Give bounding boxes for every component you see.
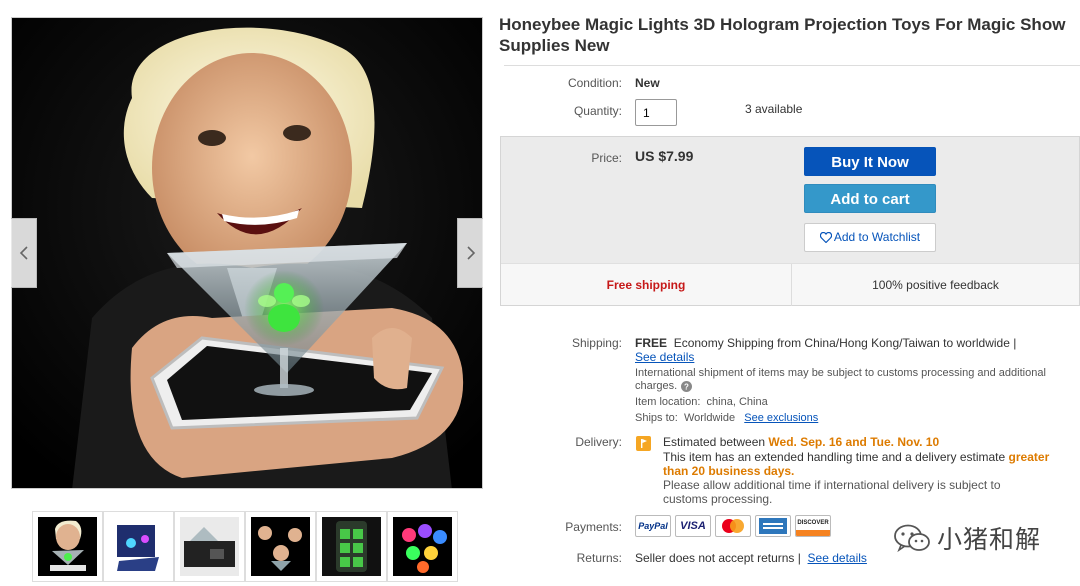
thumbnail-image xyxy=(322,517,381,576)
listing-title: Honeybee Magic Lights 3D Hologram Projec… xyxy=(499,15,1066,55)
item-location-label: Item location: xyxy=(635,396,701,408)
handling-highlight-2: than 20 business days. xyxy=(663,464,795,478)
thumbnail-3[interactable] xyxy=(174,511,245,582)
shipping-label: Shipping: xyxy=(571,336,622,350)
amex-icon xyxy=(755,515,791,537)
discover-icon: DISCOVER xyxy=(795,515,831,537)
estimated-delivery: Estimated between Wed. Sep. 16 and Tue. … xyxy=(663,435,939,449)
shipping-free: FREE xyxy=(635,336,668,350)
payments-label: Payments: xyxy=(565,520,622,534)
mastercard-icon xyxy=(715,515,751,537)
ships-to: Ships to: Worldwide See exclusions xyxy=(635,412,818,424)
returns-see-details-link[interactable]: See details xyxy=(808,551,867,565)
shipping-service: Economy Shipping from China/Hong Kong/Ta… xyxy=(673,336,1017,350)
watermark-text: 小猪和解 xyxy=(937,525,1042,554)
seller-feedback: 100% positive feedback xyxy=(872,278,999,292)
listing-page: Honeybee Magic Lights 3D Hologram Projec… xyxy=(0,0,1080,586)
next-image-button[interactable] xyxy=(457,218,483,288)
thumbnail-4[interactable] xyxy=(245,511,316,582)
item-location: Item location: china, China xyxy=(635,396,768,408)
allow-note-line-2: customs processing. xyxy=(663,492,773,506)
returns-text: Seller does not accept returns | xyxy=(635,551,801,565)
chevron-right-icon xyxy=(466,246,475,260)
visa-icon: VISA xyxy=(675,515,711,537)
thumbnail-image xyxy=(251,517,310,576)
free-shipping-badge: Free shipping xyxy=(501,264,792,306)
thumbnail-image xyxy=(393,517,452,576)
estimated-prefix: Estimated between xyxy=(663,435,766,449)
add-to-watchlist-button[interactable]: Add to Watchlist xyxy=(804,223,936,252)
thumbnail-1[interactable] xyxy=(32,511,103,582)
shipping-line: FREE Economy Shipping from China/Hong Ko… xyxy=(635,336,1016,350)
amex-box xyxy=(759,518,787,534)
item-location-value: china, China xyxy=(706,396,768,408)
thumbnail-2[interactable] xyxy=(103,511,174,582)
thumbnail-6[interactable] xyxy=(387,511,458,582)
ships-to-value: Worldwide xyxy=(683,412,736,424)
shipping-see-details-link[interactable]: See details xyxy=(635,350,694,364)
buy-box: Price: US $7.99 Buy It Now Add to cart A… xyxy=(500,136,1080,306)
quantity-label: Quantity: xyxy=(573,104,622,118)
intl-note-charges: charges. xyxy=(635,380,678,392)
previous-image-button[interactable] xyxy=(11,218,37,288)
available-count: 3 available xyxy=(745,102,803,116)
mastercard-circles xyxy=(722,519,744,533)
price-label: Price: xyxy=(591,151,622,165)
ships-to-label: Ships to: xyxy=(635,412,678,424)
delivery-label: Delivery: xyxy=(575,435,622,449)
handling-line-1: This item has an extended handling time … xyxy=(663,450,1049,464)
intl-note-line-1: International shipment of items may be s… xyxy=(635,367,1046,379)
discover-text: DISCOVER xyxy=(797,520,829,526)
discover-stripe xyxy=(796,530,830,536)
condition-label: Condition: xyxy=(567,76,622,90)
buy-it-now-button[interactable]: Buy It Now xyxy=(804,147,936,176)
thumbnail-5[interactable] xyxy=(316,511,387,582)
paypal-text: PayPal xyxy=(638,521,668,531)
wechat-icon xyxy=(894,524,930,553)
delivery-date-range: Wed. Sep. 16 and Tue. Nov. 10 xyxy=(768,435,940,449)
see-exclusions-link[interactable]: See exclusions xyxy=(744,412,818,424)
heart-icon xyxy=(819,232,832,243)
paypal-icon: PayPal xyxy=(635,515,671,537)
returns-policy: Seller does not accept returns | See det… xyxy=(635,551,867,565)
flag-icon xyxy=(636,436,651,451)
watermark: 小猪和解 xyxy=(893,523,1042,554)
thumbnail-image xyxy=(180,517,239,576)
hologram-photo xyxy=(12,18,482,488)
handling-text: This item has an extended handling time … xyxy=(663,450,1006,464)
thumbnail-image xyxy=(109,517,168,576)
price-value: US $7.99 xyxy=(635,148,694,164)
help-icon[interactable]: ? xyxy=(681,380,693,392)
svg-text:?: ? xyxy=(684,382,689,391)
condition-value: New xyxy=(635,76,660,90)
visa-text: VISA xyxy=(680,520,706,532)
returns-label: Returns: xyxy=(576,551,622,565)
chevron-left-icon xyxy=(19,246,28,260)
promo-strip: Free shipping 100% positive feedback xyxy=(501,263,1079,306)
watchlist-label: Add to Watchlist xyxy=(833,230,921,244)
main-product-image[interactable] xyxy=(11,17,483,489)
add-to-cart-button[interactable]: Add to cart xyxy=(804,184,936,213)
handling-highlight-1: greater xyxy=(1008,450,1050,464)
allow-note-line-1: Please allow additional time if internat… xyxy=(663,478,1001,492)
intl-note-line-2: charges. ? xyxy=(635,380,693,392)
thumbnail-strip xyxy=(32,511,458,582)
thumbnail-image xyxy=(38,517,97,576)
title-divider xyxy=(504,65,1080,66)
quantity-input[interactable] xyxy=(635,99,677,126)
flag-glyph xyxy=(641,439,647,448)
